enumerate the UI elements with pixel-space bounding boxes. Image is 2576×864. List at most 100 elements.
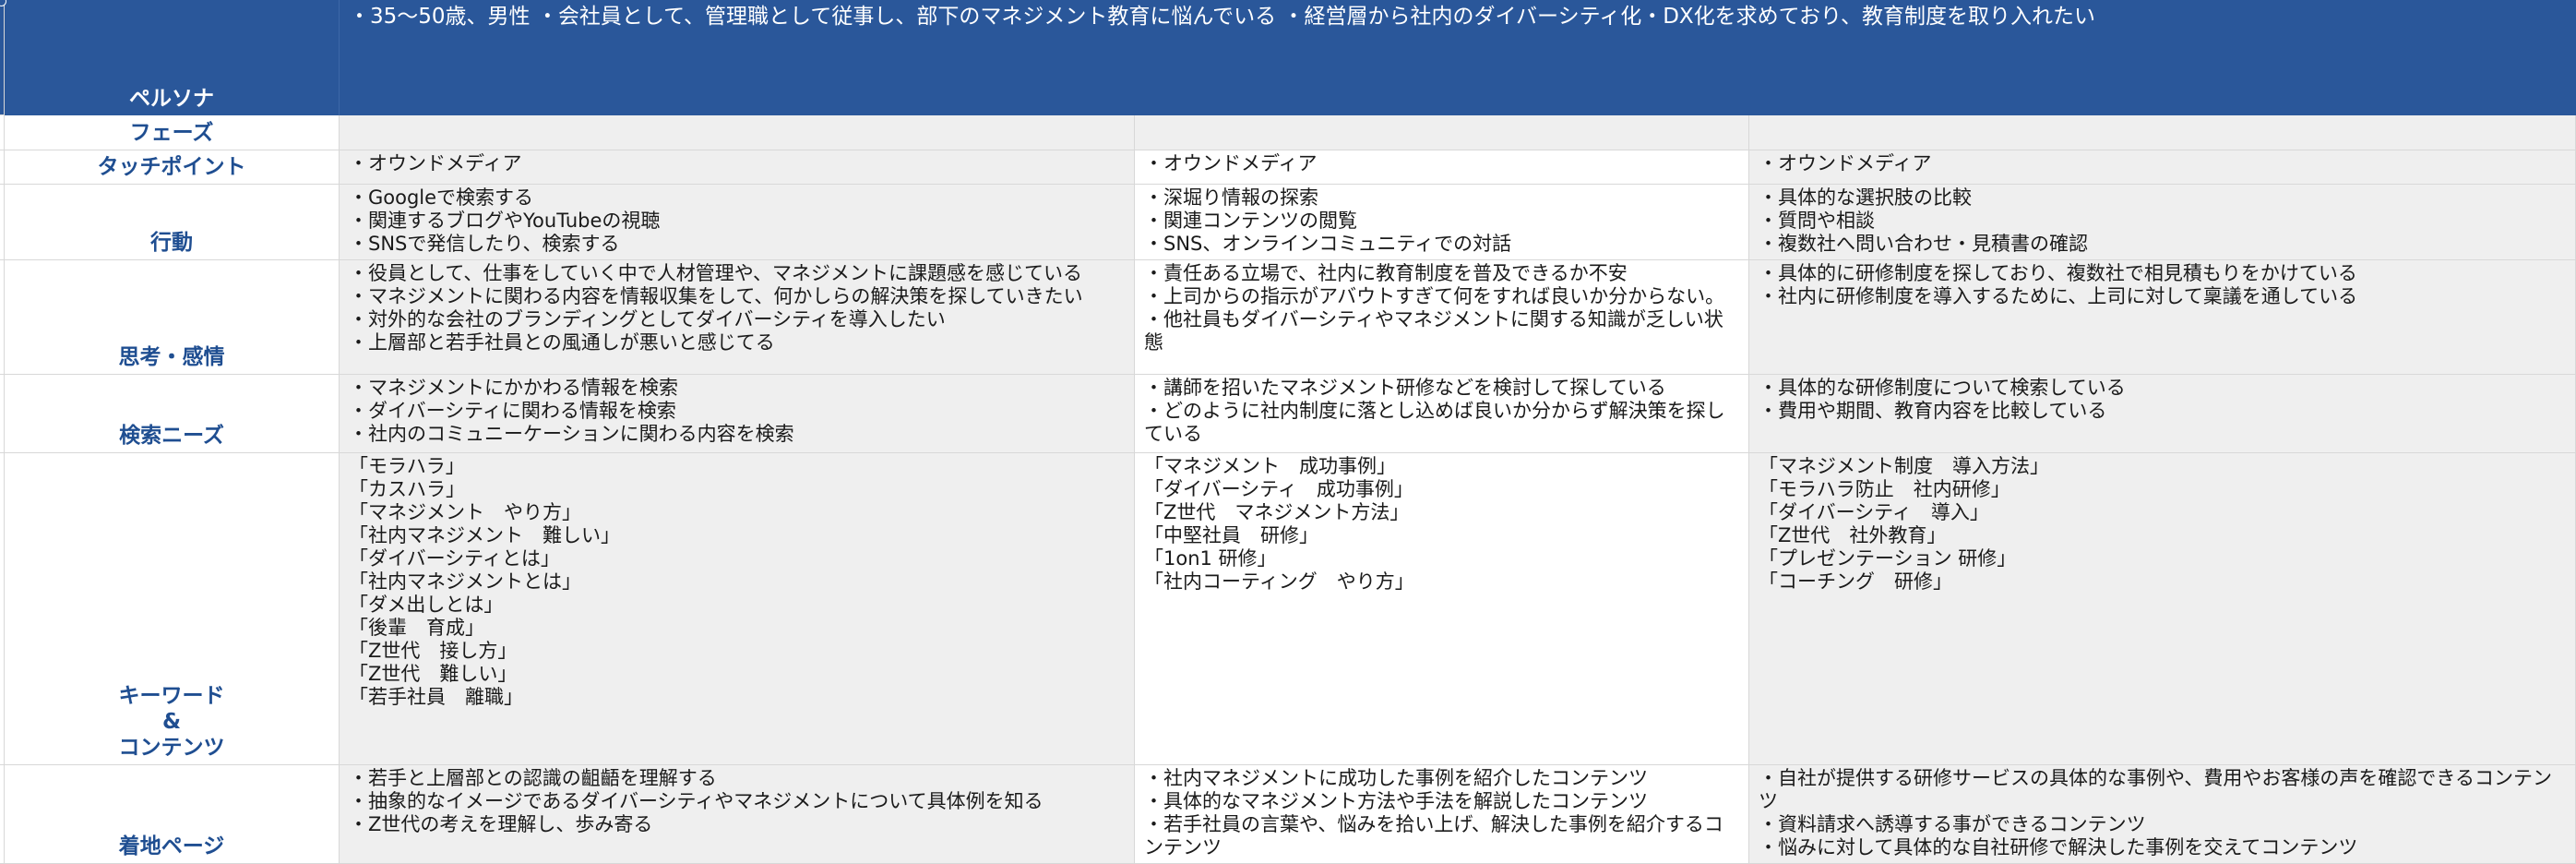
cell-line: 「Z世代 難しい」: [349, 663, 518, 685]
cell-line: ・マネジメントにかかわる情報を検索: [349, 377, 678, 399]
cell-line: ・上司からの指示がアバウトすぎて何をすれば良いか分からない。: [1144, 285, 1725, 307]
cell-line: ・オウンドメディア: [1759, 152, 1932, 174]
action-cell-1[interactable]: ・Googleで検索する ・関連するブログやYouTubeの視聴 ・SNSで発信した…: [340, 185, 1135, 260]
row-label-text: タッチポイント: [97, 155, 246, 179]
keyword-content-cell-2[interactable]: 「マネジメント 成功事例」 「ダイバーシティ 成功事例」 「Z世代 マネジメント方法…: [1135, 453, 1749, 765]
touchpoint-cell-2[interactable]: ・オウンドメディア: [1135, 150, 1749, 185]
cell-line: 「コーチング 研修」: [1759, 570, 1952, 593]
search-needs-cell-1[interactable]: ・マネジメントにかかわる情報を検索 ・ダイバーシティに関わる情報を検索 ・社内のコミ…: [340, 375, 1135, 453]
row-label-text: キーワード: [118, 684, 225, 708]
row-label-text: 行動: [150, 231, 193, 255]
cell-line: ・具体的に研修制度を探しており、複数社で相見積もりをかけている: [1759, 262, 2357, 284]
cell-line: 「ダメ出しとは」: [349, 594, 504, 616]
cell-line: ・抽象的なイメージであるダイバーシティやマネジメントについて具体例を知る: [349, 790, 1044, 812]
cell-line: 「Z世代 マネジメント方法」: [1144, 501, 1410, 523]
keyword-content-cell-3[interactable]: 「マネジメント制度 導入方法」 「モラハラ防止 社内研修」 「ダイバーシティ 導入」…: [1749, 453, 2576, 765]
cell-line: ・具体的な選択肢の比較: [1759, 186, 1972, 209]
row-label-phase[interactable]: フェーズ: [5, 115, 340, 150]
cell-line: 「ダイバーシティ 導入」: [1759, 501, 1989, 523]
keyword-content-cell-1[interactable]: 「モラハラ」 「カスハラ」 「マネジメント やり方」 「社内マネジメント 難しい」 「ダ…: [340, 453, 1135, 765]
cell-line: ・資料請求へ誘導する事ができるコンテンツ: [1759, 813, 2146, 835]
cell-line: ・自社が提供する研修サービスの具体的な事例や、費用やお客様の声を確認できるコンテ…: [1759, 767, 2552, 812]
row-label-landing-page[interactable]: 着地ページ: [5, 765, 340, 864]
cell-line: 「若手社員 離職」: [349, 686, 523, 708]
row-label-action[interactable]: 行動: [5, 185, 340, 260]
cell-line: 「マネジメント 成功事例」: [1144, 455, 1396, 477]
persona-line: ・経営層から社内のダイバーシティ化・DX化を求めており、教育制度を取り入れたい: [1282, 5, 2096, 29]
cell-line: ・対外的な会社のブランディングとしてダイバーシティを導入したい: [349, 308, 946, 330]
cell-line: 「社内コーティング やり方」: [1144, 570, 1414, 593]
landing-page-cell-2[interactable]: ・社内マネジメントに成功した事例を紹介したコンテンツ ・具体的なマネジメント方法や…: [1135, 765, 1749, 864]
cell-line: ・責任ある立場で、社内に教育制度を普及できるか不安: [1144, 262, 1628, 284]
cell-line: 「モラハラ」: [349, 455, 465, 477]
cell-line: ・オウンドメディア: [1144, 152, 1318, 174]
persona-label-cell[interactable]: ペルソナ: [5, 0, 340, 115]
cell-line: 「マネジメント やり方」: [349, 501, 581, 523]
row-label-text: 着地ページ: [118, 834, 225, 858]
cell-line: ・ダイバーシティに関わる情報を検索: [349, 400, 676, 422]
cell-line: 「ダイバーシティ 成功事例」: [1144, 478, 1413, 500]
row-label-text: コンテンツ: [118, 736, 225, 760]
thought-emotion-cell-2[interactable]: ・責任ある立場で、社内に教育制度を普及できるか不安 ・上司からの指示がアバウトすぎ…: [1135, 260, 1749, 375]
cell-line: ・Googleで検索する: [349, 186, 534, 209]
landing-page-cell-3[interactable]: ・自社が提供する研修サービスの具体的な事例や、費用やお客様の声を確認できるコンテ…: [1749, 765, 2576, 864]
row-label-text: &: [161, 710, 182, 734]
search-needs-cell-2[interactable]: ・講師を招いたマネジメント研修などを検討して探している ・どのように社内制度に落と…: [1135, 375, 1749, 453]
cell-line: 「1on1 研修」: [1144, 547, 1277, 570]
cell-line: ・オウンドメディア: [349, 152, 522, 174]
cell-line: ・社内のコミュニーケーションに関わる内容を検索: [349, 423, 794, 445]
persona-description-cell[interactable]: ・35〜50歳、男性 ・会社員として、管理職として従事し、部下のマネジメント教育…: [340, 0, 2576, 115]
cell-line: ・費用や期間、教育内容を比較している: [1759, 400, 2107, 422]
cell-line: ・上層部と若手社員との風通しが悪いと感じてる: [349, 331, 775, 354]
cell-line: ・他社員もダイバーシティやマネジメントに関する知識が乏しい状態: [1144, 308, 1723, 354]
cell-line: ・SNS、オンラインコミュニティでの対話: [1144, 233, 1512, 255]
action-cell-2[interactable]: ・深堀り情報の探索 ・関連コンテンツの閲覧 ・SNS、オンラインコミュニティでの対話: [1135, 185, 1749, 260]
cell-line: 「社内マネジメントとは」: [349, 570, 581, 593]
phase-cell-2[interactable]: [1135, 115, 1749, 150]
cell-line: ・どのように社内制度に落とし込めば良いか分からず解決策を探している: [1144, 400, 1725, 445]
row-label-text: 検索ニーズ: [119, 424, 224, 448]
cell-line: 「Z世代 接し方」: [349, 640, 518, 662]
landing-page-cell-1[interactable]: ・若手と上層部との認識の齟齬を理解する ・抽象的なイメージであるダイバーシティやマ…: [340, 765, 1135, 864]
row-label-text: 思考・感情: [118, 345, 225, 369]
persona-line: ・会社員として、管理職として従事し、部下のマネジメント教育に悩んでいる: [536, 5, 1277, 29]
thought-emotion-cell-3[interactable]: ・具体的に研修制度を探しており、複数社で相見積もりをかけている ・社内に研修制度を…: [1749, 260, 2576, 375]
cell-line: ・若手社員の言葉や、悩みを拾い上げ、解決した事例を紹介するコンテンツ: [1144, 813, 1723, 858]
touchpoint-cell-1[interactable]: ・オウンドメディア: [340, 150, 1135, 185]
cell-line: 「中堅社員 研修」: [1144, 524, 1318, 546]
action-cell-3[interactable]: ・具体的な選択肢の比較 ・質問や相談 ・複数社へ問い合わせ・見積書の確認: [1749, 185, 2576, 260]
phase-cell-3[interactable]: [1749, 115, 2576, 150]
cell-line: ・SNSで発信したり、検索する: [349, 233, 620, 255]
thought-emotion-cell-1[interactable]: ・役員として、仕事をしていく中で人材管理や、マネジメントに課題感を感じている ・マ…: [340, 260, 1135, 375]
persona-line: ・35〜50歳、男性: [349, 5, 531, 29]
cell-line: 「マネジメント制度 導入方法」: [1759, 455, 2049, 477]
cell-line: ・悩みに対して具体的な自社研修で解決した事例を交えてコンテンツ: [1759, 836, 2358, 858]
row-label-touchpoint[interactable]: タッチポイント: [5, 150, 340, 185]
cell-line: 「ダイバーシティとは」: [349, 547, 560, 570]
cell-line: ・マネジメントに関わる内容を情報収集をして、何かしらの解決策を探していきたい: [349, 285, 1083, 307]
row-label-thought-emotion[interactable]: 思考・感情: [5, 260, 340, 375]
cell-line: ・講師を招いたマネジメント研修などを検討して探している: [1144, 377, 1666, 399]
cell-line: 「社内マネジメント 難しい」: [349, 524, 620, 546]
touchpoint-cell-3[interactable]: ・オウンドメディア: [1749, 150, 2576, 185]
search-needs-cell-3[interactable]: ・具体的な研修制度について検索している ・費用や期間、教育内容を比較している: [1749, 375, 2576, 453]
cell-line: 「Z世代 社外教育」: [1759, 524, 1947, 546]
cell-line: ・複数社へ問い合わせ・見積書の確認: [1759, 233, 2088, 255]
cell-line: ・質問や相談: [1759, 210, 1875, 232]
cell-line: ・関連するブログやYouTubeの視聴: [349, 210, 661, 232]
cell-line: 「カスハラ」: [349, 478, 465, 500]
cell-line: ・社内マネジメントに成功した事例を紹介したコンテンツ: [1144, 767, 1648, 789]
cell-line: 「プレゼンテーション 研修」: [1759, 547, 2017, 570]
row-label-text: フェーズ: [129, 120, 214, 145]
persona-journey-sheet: ペルソナ ・35〜50歳、男性 ・会社員として、管理職として従事し、部下のマネジ…: [0, 0, 2576, 864]
cell-line: 「後輩 育成」: [349, 617, 484, 639]
cell-line: ・具体的な研修制度について検索している: [1759, 377, 2126, 399]
cell-line: ・具体的なマネジメント方法や手法を解説したコンテンツ: [1144, 790, 1648, 812]
phase-cell-1[interactable]: [340, 115, 1135, 150]
cell-line: 「モラハラ防止 社内研修」: [1759, 478, 2010, 500]
row-label-search-needs[interactable]: 検索ニーズ: [5, 375, 340, 453]
cell-line: ・若手と上層部との認識の齟齬を理解する: [349, 767, 717, 789]
cell-line: ・Z世代の考えを理解し、歩み寄る: [349, 813, 653, 835]
cell-line: ・関連コンテンツの閲覧: [1144, 210, 1357, 232]
row-label-keyword-content[interactable]: キーワード & コンテンツ: [5, 453, 340, 765]
